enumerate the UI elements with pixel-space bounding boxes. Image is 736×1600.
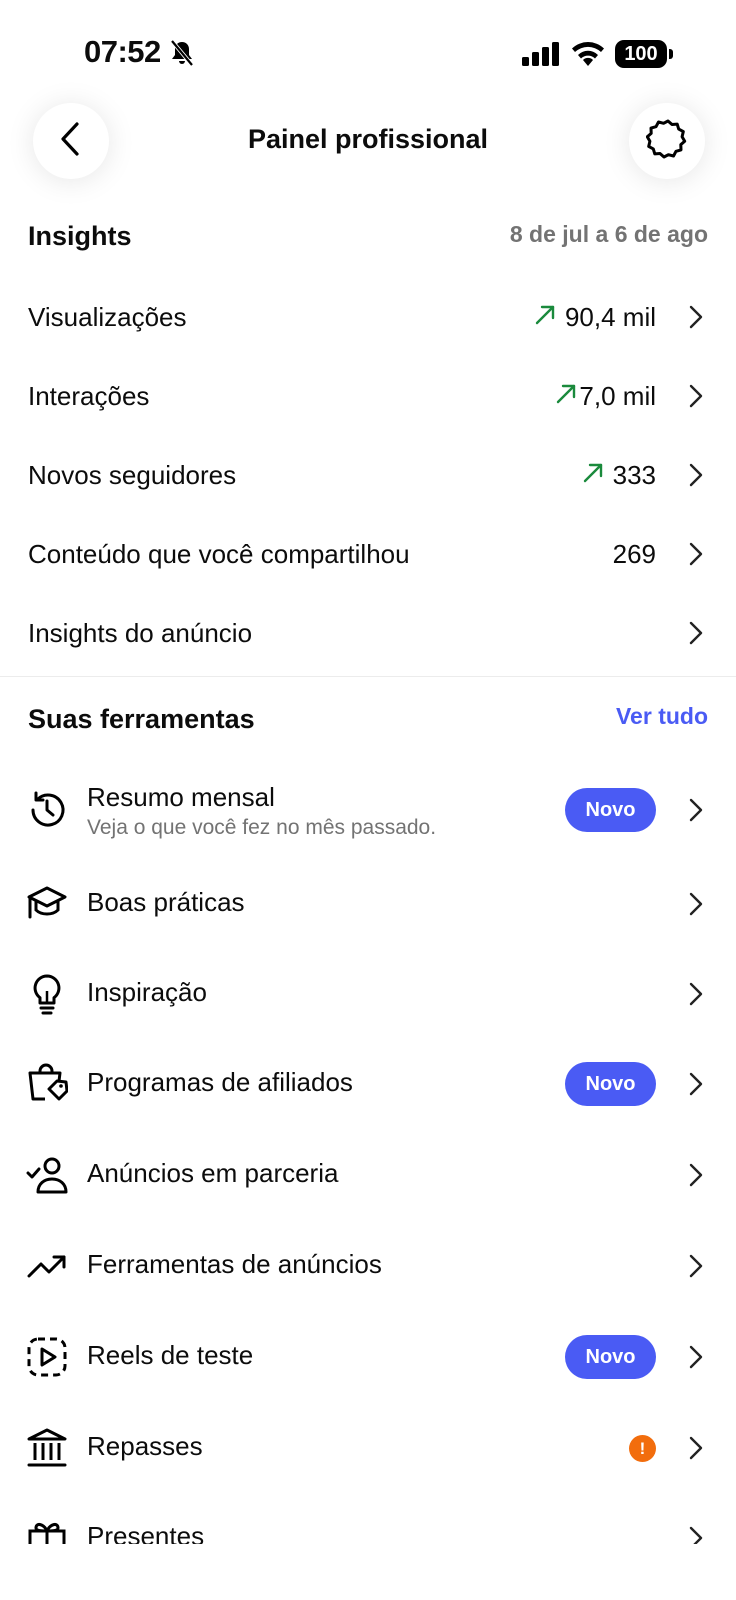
lightbulb-icon (26, 973, 68, 1015)
graduation-cap-icon (26, 883, 68, 925)
insight-row-interactions[interactable]: Interações 7,0 mil (0, 369, 736, 429)
insight-row-ad-insights[interactable]: Insights do anúncio (0, 606, 736, 666)
tool-item-monthly-summary[interactable]: Resumo mensal Veja o que você fez no mês… (0, 768, 736, 852)
battery-indicator: 100 (615, 40, 667, 68)
tool-item-inspiration[interactable]: Inspiração (0, 964, 736, 1024)
wifi-icon (570, 40, 606, 71)
insight-row-views[interactable]: Visualizações 90,4 mil (0, 290, 736, 350)
chevron-right-icon (688, 383, 704, 414)
tool-label: Boas práticas (87, 887, 245, 917)
settings-button[interactable] (629, 103, 705, 179)
tool-label: Anúncios em parceria (87, 1158, 339, 1188)
tool-item-ad-tools[interactable]: Ferramentas de anúncios (0, 1236, 736, 1296)
history-icon (26, 789, 68, 831)
insight-value: 90,4 mil (564, 302, 656, 332)
insight-label: Insights do anúncio (28, 618, 253, 648)
insights-title: Insights (28, 221, 132, 251)
tool-item-affiliate-programs[interactable]: Programas de afiliados Novo (0, 1054, 736, 1114)
insight-label: Visualizações (28, 302, 187, 332)
insight-label: Interações (28, 381, 150, 411)
new-badge: Novo (565, 1335, 656, 1379)
tools-title: Suas ferramentas (28, 704, 255, 734)
tool-label: Resumo mensal (87, 782, 275, 812)
status-time: 07:52 (84, 34, 161, 69)
chevron-right-icon (688, 462, 704, 493)
insight-row-new-followers[interactable]: Novos seguidores 333 (0, 448, 736, 508)
insight-label: Conteúdo que você compartilhou (28, 539, 410, 569)
new-badge: Novo (565, 1062, 656, 1106)
tool-subtitle: Veja o que você fez no mês passado. (87, 816, 437, 839)
chevron-right-icon (688, 541, 704, 572)
chevron-right-icon (688, 1162, 704, 1193)
shopping-bag-tag-icon (26, 1063, 68, 1105)
section-divider (0, 676, 736, 677)
insight-row-shared-content[interactable]: Conteúdo que você compartilhou 269 (0, 527, 736, 587)
tool-item-trial-reels[interactable]: Reels de teste Novo (0, 1327, 736, 1387)
chevron-right-icon (688, 1071, 704, 1102)
trend-up-arrow-icon (555, 383, 577, 410)
new-badge: Novo (565, 788, 656, 832)
insight-value: 333 (612, 460, 656, 490)
status-bar: 07:52 100 (0, 0, 736, 100)
trend-up-arrow-icon (582, 462, 604, 489)
chevron-right-icon (688, 1253, 704, 1284)
tool-label: Programas de afiliados (87, 1067, 353, 1097)
chevron-right-icon (688, 620, 704, 651)
trend-up-arrow-icon (534, 304, 556, 331)
tool-label: Ferramentas de anúncios (87, 1249, 382, 1279)
chevron-right-icon (688, 1344, 704, 1375)
chevron-right-icon (688, 981, 704, 1012)
chevron-right-icon (688, 891, 704, 922)
tool-label: Inspiração (87, 977, 207, 1007)
insight-value: 7,0 mil (579, 381, 656, 411)
insight-label: Novos seguidores (28, 460, 237, 490)
battery-cap (669, 49, 673, 59)
gift-icon (26, 1517, 68, 1544)
reels-dashed-icon (26, 1336, 68, 1378)
tool-label: Reels de teste (87, 1340, 254, 1370)
tool-item-payouts[interactable]: Repasses ! (0, 1418, 736, 1478)
tool-label: Repasses (87, 1431, 203, 1461)
tool-item-partnership-ads[interactable]: Anúncios em parceria (0, 1145, 736, 1205)
alert-badge: ! (629, 1435, 656, 1462)
chevron-right-icon (688, 304, 704, 335)
tool-item-gifts[interactable]: Presentes (0, 1508, 736, 1544)
tool-item-best-practices[interactable]: Boas práticas (0, 874, 736, 934)
gear-icon (645, 118, 688, 165)
person-check-icon (26, 1154, 68, 1196)
chevron-right-icon (688, 1525, 704, 1544)
tool-label: Presentes (87, 1521, 205, 1544)
see-all-link[interactable]: Ver tudo (616, 703, 708, 730)
trend-up-icon (26, 1245, 68, 1287)
chevron-right-icon (688, 1435, 704, 1466)
bell-muted-icon (170, 39, 194, 71)
bank-icon (26, 1427, 68, 1469)
chevron-right-icon (688, 797, 704, 828)
page-title: Painel profissional (247, 124, 489, 154)
date-range[interactable]: 8 de jul a 6 de ago (510, 221, 708, 248)
insight-value: 269 (612, 539, 656, 569)
cellular-signal-icon (522, 42, 560, 71)
